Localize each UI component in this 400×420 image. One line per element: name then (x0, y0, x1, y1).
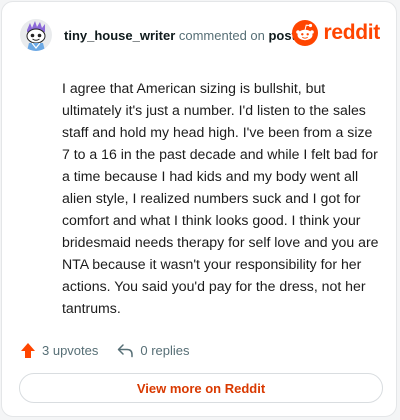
replies-count: 0 replies (140, 342, 190, 358)
comment-meta: tiny_house_writer commented on post (64, 28, 296, 43)
commented-on-text: commented on (175, 27, 269, 43)
upvote-button[interactable]: 3 upvotes (20, 342, 98, 359)
replies-button[interactable]: 0 replies (117, 342, 190, 358)
reply-icon (118, 343, 134, 357)
arrow-up-icon (21, 342, 35, 358)
snoo-avatar-icon (20, 19, 52, 51)
view-more-button[interactable]: View more on Reddit (19, 373, 383, 403)
reddit-wordmark: reddit (323, 21, 380, 44)
user-avatar[interactable] (20, 19, 52, 51)
comment-body: I agree that American sizing is bullshit… (62, 80, 379, 316)
username-link[interactable]: tiny_house_writer (64, 28, 175, 43)
embedded-comment-card: tiny_house_writer commented on post redd… (1, 1, 397, 417)
upvotes-count: 3 upvotes (42, 342, 99, 358)
comment-actions: 3 upvotes 0 replies (20, 339, 190, 361)
reddit-snoo-icon (292, 20, 319, 46)
comment-header: tiny_house_writer commented on post redd… (20, 17, 380, 53)
reddit-logo[interactable]: reddit (292, 20, 380, 46)
